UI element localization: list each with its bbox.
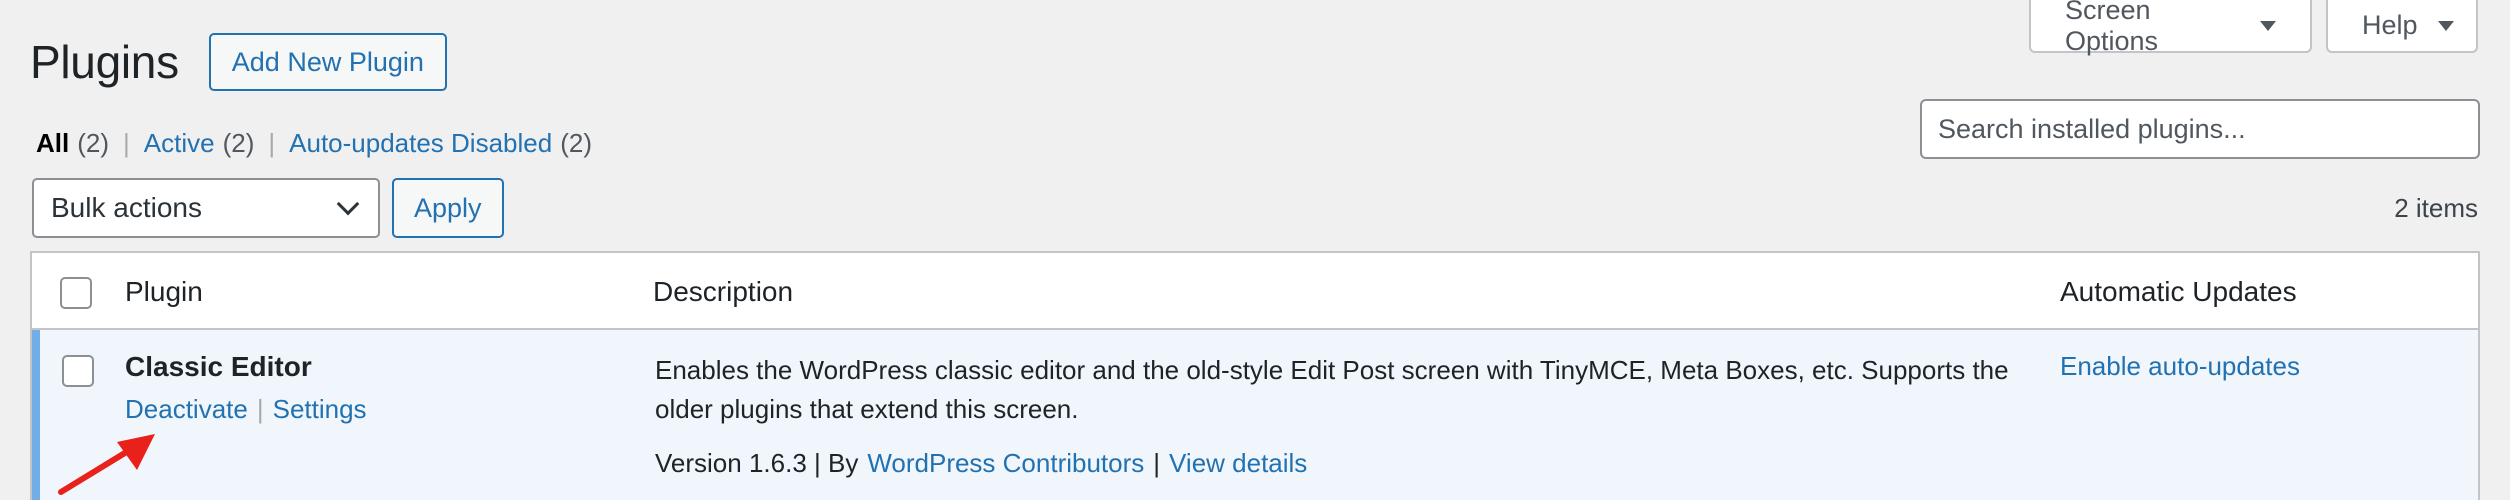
plugin-description: Enables the WordPress classic editor and… xyxy=(655,355,2009,424)
bulk-actions-selected: Bulk actions xyxy=(51,192,202,223)
column-header-description: Description xyxy=(653,276,794,307)
column-header-automatic-updates: Automatic Updates xyxy=(2060,276,2297,307)
filter-active[interactable]: Active xyxy=(144,128,215,159)
version-separator: | xyxy=(1153,448,1161,478)
screen-options-button[interactable]: Screen Options xyxy=(2029,0,2312,56)
enable-auto-updates-link[interactable]: Enable auto-updates xyxy=(2060,351,2300,382)
plugin-version-line: Version 1.6.3 | By WordPress Contributor… xyxy=(655,448,1307,479)
screen-options-label: Screen Options xyxy=(2065,0,2159,56)
apply-button[interactable]: Apply xyxy=(392,178,504,238)
bulk-actions-bar: Bulk actions Apply xyxy=(32,178,504,238)
add-new-plugin-button[interactable]: Add New Plugin xyxy=(208,33,447,91)
filter-all[interactable]: All xyxy=(36,128,69,159)
caret-down-icon xyxy=(2437,20,2454,31)
filter-all-count: (2) xyxy=(77,128,110,158)
table-header: Plugin Description Automatic Updates xyxy=(32,253,2478,330)
page-title: Plugins xyxy=(30,36,179,88)
search-plugins-input[interactable] xyxy=(1920,99,2480,159)
version-text: Version 1.6.3 | By xyxy=(655,448,859,478)
author-link[interactable]: WordPress Contributors xyxy=(867,448,1144,479)
action-separator: | xyxy=(256,394,264,424)
row-select-checkbox[interactable] xyxy=(62,355,94,387)
red-arrow-icon xyxy=(58,434,155,495)
settings-link[interactable]: Settings xyxy=(273,394,367,425)
filter-auto-updates-disabled-count: (2) xyxy=(560,128,592,158)
plugin-name: Classic Editor xyxy=(125,351,312,382)
filter-separator: | xyxy=(123,128,130,158)
view-details-link[interactable]: View details xyxy=(1169,448,1307,479)
column-header-plugin: Plugin xyxy=(125,276,203,307)
plugin-status-filters: All (2) | Active (2) | Auto-updates Disa… xyxy=(36,128,592,159)
filter-active-count: (2) xyxy=(222,128,255,158)
filter-auto-updates-disabled[interactable]: Auto-updates Disabled xyxy=(289,128,552,159)
plugins-page: Screen Options Help Plugins Add New Plug… xyxy=(0,0,2510,500)
select-all-checkbox[interactable] xyxy=(60,277,92,309)
caret-down-icon xyxy=(2260,20,2276,31)
filter-separator: | xyxy=(268,128,276,158)
plugins-table: Plugin Description Automatic Updates Cla… xyxy=(30,251,2480,500)
chevron-down-icon xyxy=(336,192,360,216)
items-count: 2 items xyxy=(2394,193,2478,223)
screen-meta-tabs: Screen Options Help xyxy=(2029,0,2478,56)
help-button[interactable]: Help xyxy=(2326,0,2478,53)
table-row: Classic Editor Deactivate | Settings Ena… xyxy=(32,330,2478,500)
title-row: Plugins Add New Plugin xyxy=(30,33,447,91)
bulk-actions-select[interactable]: Bulk actions xyxy=(32,178,380,238)
help-label: Help xyxy=(2362,10,2418,40)
